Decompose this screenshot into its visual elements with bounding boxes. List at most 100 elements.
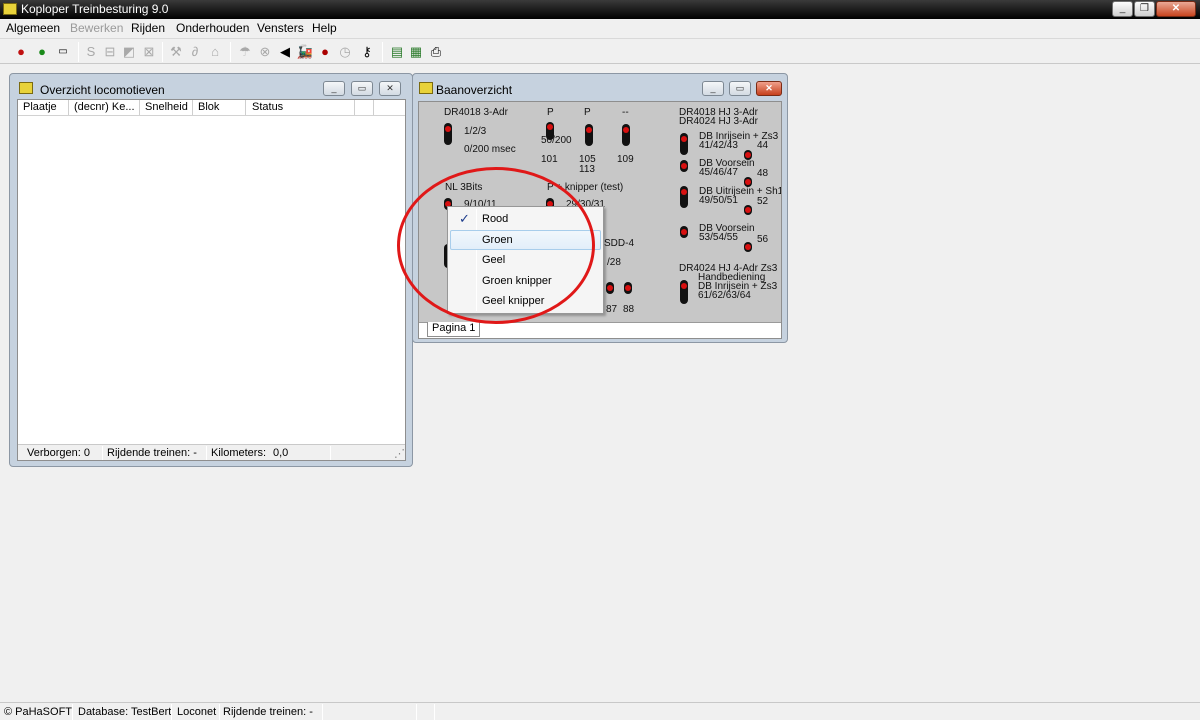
app-title: Koploper Treinbesturing 9.0 — [21, 2, 169, 16]
signal-dr4018[interactable] — [444, 123, 452, 145]
locomotive-icon[interactable]: 🚂 — [296, 43, 314, 61]
column-status[interactable]: Status — [252, 101, 283, 113]
menu-help[interactable]: Help — [312, 21, 337, 35]
signal-52[interactable] — [744, 205, 752, 215]
menu-item-geel[interactable]: Geel — [450, 250, 601, 270]
checkmark-icon: ✓ — [459, 211, 470, 226]
lamp-icon[interactable]: ∂ — [186, 43, 204, 61]
menu-rijden[interactable]: Rijden — [131, 21, 165, 35]
resize-grip-icon[interactable]: ⋰ — [394, 447, 405, 460]
status-separator — [219, 704, 220, 720]
column-separator[interactable] — [245, 100, 246, 115]
page-copy-icon[interactable]: ▦ — [407, 43, 425, 61]
train-icon — [419, 82, 433, 94]
menu-item-rood[interactable]: ✓ Rood — [450, 209, 601, 229]
signal-number: 44 — [757, 140, 769, 151]
signal-87[interactable] — [606, 282, 614, 294]
track-maximize-button[interactable]: ▭ — [729, 81, 751, 96]
signal-label: DR4018 3-Adr — [444, 107, 508, 118]
signal-56[interactable] — [744, 242, 752, 252]
maximize-button[interactable]: ❐ — [1134, 1, 1155, 17]
column-separator[interactable] — [373, 100, 374, 115]
menu-item-label: Groen knipper — [482, 275, 552, 287]
delete-icon[interactable]: ⊠ — [140, 43, 158, 61]
column-blok[interactable]: Blok — [198, 101, 219, 113]
signal-number: 109 — [617, 154, 634, 165]
km-label: Kilometers: — [211, 447, 267, 459]
signal-inrijsein[interactable] — [680, 133, 688, 155]
column-separator[interactable] — [192, 100, 193, 115]
signal-address: 53/54/55 — [699, 232, 738, 243]
signal-label: -- — [622, 107, 629, 118]
printer-icon[interactable]: ⎙ — [427, 43, 445, 61]
signal-red-icon[interactable]: ● — [12, 43, 30, 61]
red-dot-icon[interactable]: ● — [316, 43, 334, 61]
close-button[interactable]: ✕ — [1156, 1, 1196, 17]
menu-item-label: Geel knipper — [482, 295, 545, 307]
loco-minimize-button[interactable]: _ — [323, 81, 345, 96]
column-plaatje[interactable]: Plaatje — [23, 101, 57, 113]
app-titlebar: Koploper Treinbesturing 9.0 _ ❐ ✕ — [0, 0, 1200, 19]
signal-address: 61/62/63/64 — [698, 290, 751, 301]
signal-label: P — [584, 107, 591, 118]
loco-maximize-button[interactable]: ▭ — [351, 81, 373, 96]
toolbar-separator — [162, 42, 163, 62]
column-separator[interactable] — [68, 100, 69, 115]
sound-icon[interactable]: ☂ — [236, 43, 254, 61]
route-icon[interactable]: ◩ — [120, 43, 138, 61]
database-name: Database: TestBert — [78, 706, 172, 718]
switch-icon[interactable]: ⚒ — [167, 43, 185, 61]
signal-p2[interactable] — [585, 124, 593, 146]
signal-number: 88 — [623, 304, 635, 315]
tab-pagina-1[interactable]: Pagina 1 — [427, 322, 481, 337]
menu-bewerken[interactable]: Bewerken — [70, 21, 123, 35]
clock-icon[interactable]: ◷ — [336, 43, 354, 61]
toolbar-separator — [78, 42, 79, 62]
menu-vensters[interactable]: Vensters — [257, 21, 304, 35]
loco-close-button[interactable]: ✕ — [379, 81, 401, 96]
status-separator — [171, 704, 172, 720]
column-decnr[interactable]: (decnr) Ke... — [74, 101, 135, 113]
track-close-button[interactable]: ✕ — [756, 81, 782, 96]
horn-icon[interactable]: ⌂ — [206, 43, 224, 61]
s-icon[interactable]: S — [82, 43, 100, 61]
signal-address: 49/50/51 — [699, 195, 738, 206]
column-separator[interactable] — [139, 100, 140, 115]
column-separator[interactable] — [354, 100, 355, 115]
signal-number: 113 — [579, 164, 595, 175]
speaker-icon[interactable]: ◀ — [276, 43, 294, 61]
signal-88[interactable] — [624, 282, 632, 294]
menu-item-groen-knipper[interactable]: Groen knipper — [450, 271, 601, 291]
signal-uitrijsein[interactable] — [680, 186, 688, 208]
keyboard-icon[interactable]: ▭ — [53, 43, 73, 61]
loco-list[interactable] — [18, 116, 405, 444]
mute-icon[interactable]: ⊗ — [256, 43, 274, 61]
column-snelheid[interactable]: Snelheid — [145, 101, 188, 113]
signal-green-icon[interactable]: ● — [33, 43, 51, 61]
minimize-button[interactable]: _ — [1112, 1, 1133, 17]
signal-address: 50/200 — [541, 135, 572, 146]
document-icon[interactable]: ▤ — [388, 43, 406, 61]
menu-item-geel-knipper[interactable]: Geel knipper — [450, 291, 601, 311]
signal-label: NL 3Bits — [445, 182, 483, 193]
signal-number: 56 — [757, 234, 769, 245]
signal-voorsein-1[interactable] — [680, 160, 688, 172]
block-icon[interactable]: ⊟ — [101, 43, 119, 61]
status-separator — [434, 704, 435, 720]
key-icon[interactable]: ⚷ — [358, 43, 376, 61]
menu-item-label: Groen — [482, 234, 513, 246]
menu-item-groen[interactable]: Groen — [450, 230, 601, 250]
toolbar-separator — [382, 42, 383, 62]
status-separator — [322, 704, 323, 720]
track-minimize-button[interactable]: _ — [702, 81, 724, 96]
signal-voorsein-2[interactable] — [680, 226, 688, 238]
toolbar-separator — [230, 42, 231, 62]
copyright-text: © PaHaSOFT — [4, 706, 73, 718]
signal-address: 1/2/3 — [464, 126, 487, 137]
status-separator — [416, 704, 417, 720]
signal-hj4[interactable] — [680, 280, 688, 304]
menu-item-label: Geel — [482, 254, 506, 266]
menu-onderhouden[interactable]: Onderhouden — [176, 21, 249, 35]
signal-dash[interactable] — [622, 124, 630, 146]
menu-algemeen[interactable]: Algemeen — [6, 21, 60, 35]
